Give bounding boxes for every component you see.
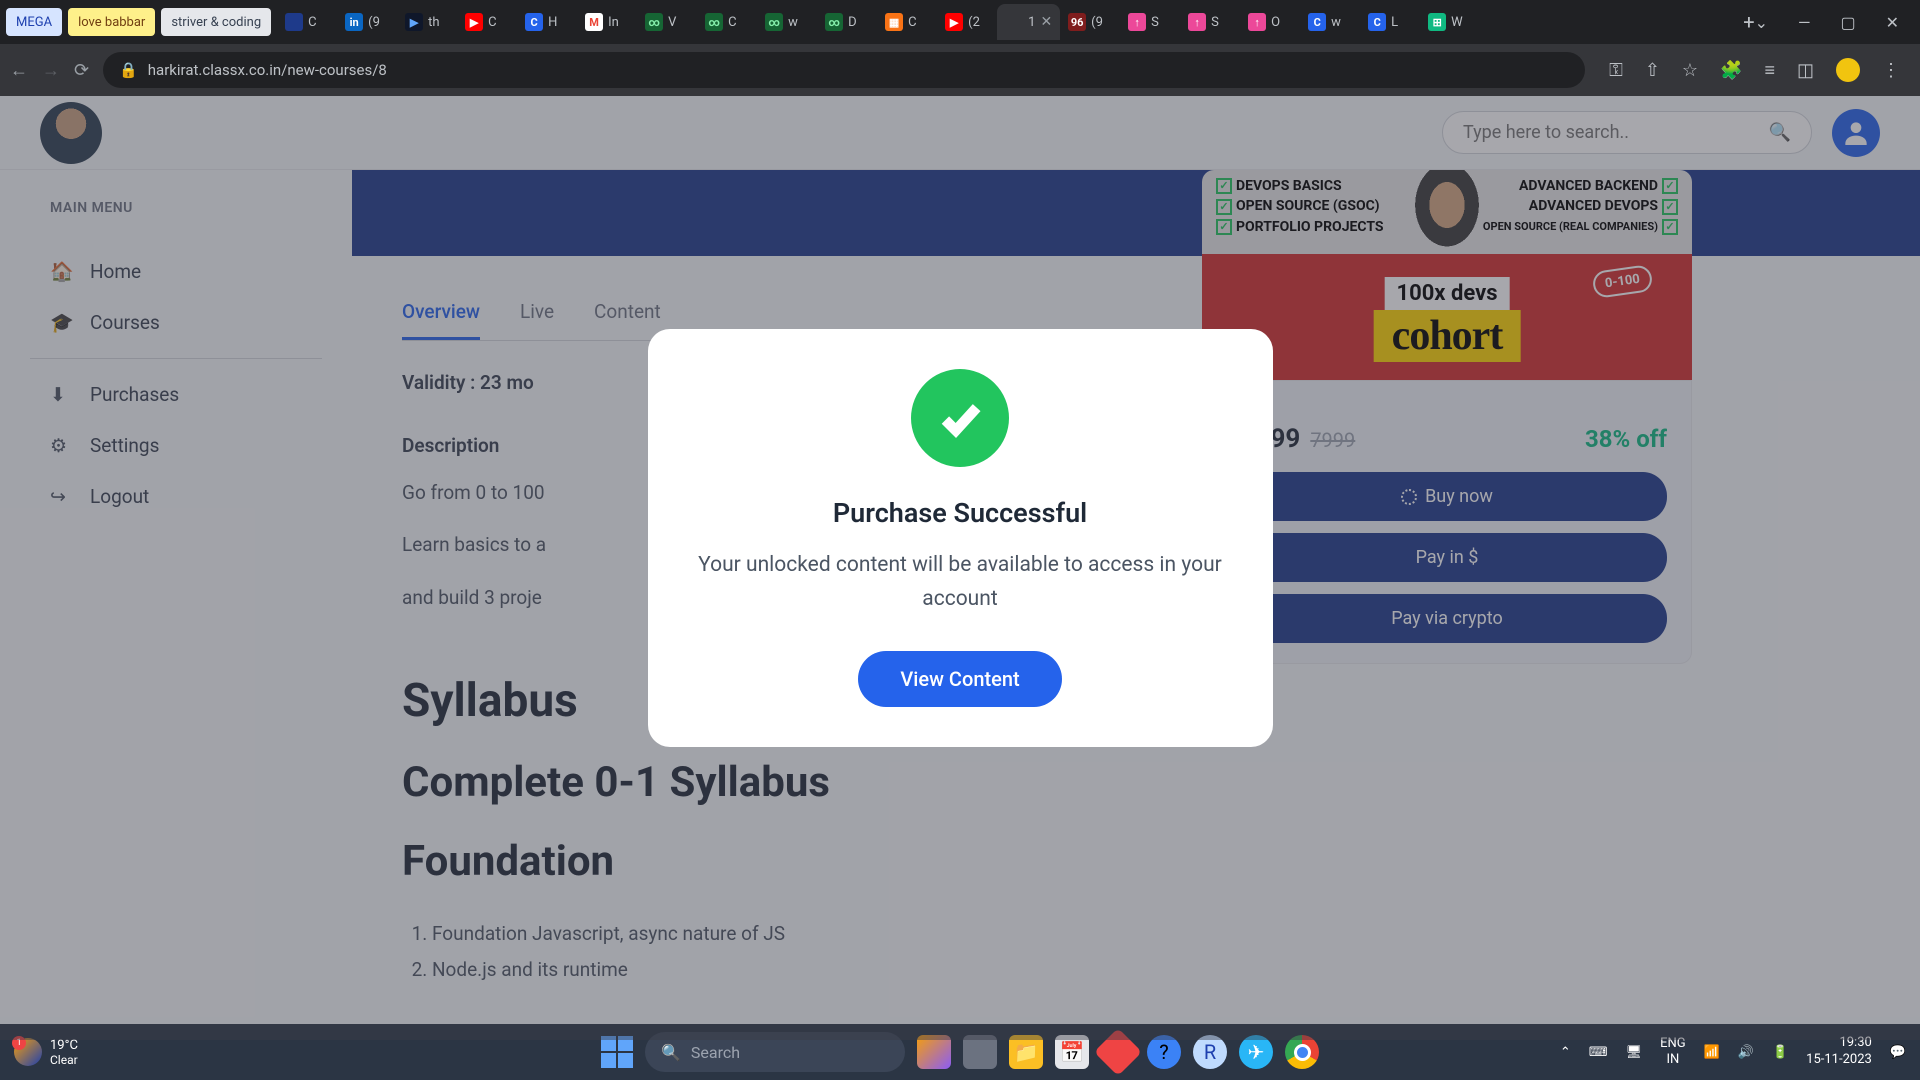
browser-tab[interactable]: ∞C — [697, 4, 757, 40]
chrome-profile-avatar[interactable] — [1836, 58, 1860, 82]
taskbar-search-label: Search — [691, 1043, 740, 1062]
window-controls: ⌄ — ▢ ✕ — [1755, 13, 1914, 32]
bookmark-tab[interactable]: MEGA — [6, 8, 62, 36]
modal-overlay[interactable]: Purchase Successful Your unlocked conten… — [0, 96, 1920, 1040]
favicon: ∞ — [705, 13, 723, 31]
favicon — [285, 13, 303, 31]
taskbar-app-icon[interactable] — [917, 1035, 951, 1069]
browser-tab[interactable]: ↑S — [1120, 4, 1180, 40]
taskbar-app-icon[interactable]: R — [1193, 1035, 1227, 1069]
notification-icon[interactable]: 💬 — [1890, 1045, 1906, 1060]
browser-tab[interactable]: 96(9 — [1060, 4, 1120, 40]
favicon: C — [1308, 13, 1326, 31]
wifi-icon[interactable]: 📶 — [1704, 1045, 1720, 1060]
back-button[interactable]: ← — [10, 60, 28, 81]
close-window-icon[interactable]: ✕ — [1886, 13, 1899, 32]
side-panel-icon[interactable]: ◫ — [1797, 60, 1814, 81]
battery-icon[interactable]: 🔋 — [1772, 1045, 1788, 1060]
favicon: C — [1368, 13, 1386, 31]
modal-text: Your unlocked content will be available … — [678, 549, 1243, 616]
favicon: ⊞ — [1428, 13, 1446, 31]
browser-tab[interactable]: ∞V — [637, 4, 697, 40]
taskbar-app-icon[interactable]: 📅 — [1055, 1035, 1089, 1069]
browser-tab[interactable]: ∞D — [817, 4, 877, 40]
favicon: M — [585, 13, 603, 31]
browser-tab[interactable]: MIn — [577, 4, 637, 40]
view-content-button[interactable]: View Content — [858, 651, 1061, 707]
browser-tab[interactable]: C — [277, 4, 337, 40]
favicon: ↑ — [1248, 13, 1266, 31]
telegram-icon[interactable]: ✈ — [1239, 1035, 1273, 1069]
favicon: ▦ — [885, 13, 903, 31]
purchase-success-modal: Purchase Successful Your unlocked conten… — [648, 329, 1273, 747]
browser-tab[interactable]: ↑O — [1240, 4, 1300, 40]
weather-icon: 1 — [14, 1038, 42, 1066]
bookmark-star-icon[interactable]: ☆ — [1682, 60, 1698, 81]
favicon: ▶ — [465, 13, 483, 31]
favicon: ∞ — [825, 13, 843, 31]
share-icon[interactable]: ⇧ — [1645, 60, 1660, 81]
address-bar[interactable]: 🔒 harkirat.classx.co.in/new-courses/8 — [103, 52, 1585, 88]
favicon — [1005, 13, 1023, 31]
chrome-icon[interactable] — [1285, 1035, 1319, 1069]
favicon: ↑ — [1128, 13, 1146, 31]
taskbar-app-icon[interactable] — [963, 1035, 997, 1069]
browser-tab[interactable]: ⊞W — [1420, 4, 1480, 40]
browser-tab[interactable]: CL — [1360, 4, 1420, 40]
favicon: 96 — [1068, 13, 1086, 31]
browser-tab[interactable]: ▶C — [457, 4, 517, 40]
browser-chrome: MEGAlove babbarstriver & coding Cin(9▶th… — [0, 0, 1920, 96]
key-icon[interactable]: ⚿ — [1609, 60, 1623, 81]
favicon: ▶ — [405, 13, 423, 31]
browser-tab[interactable]: ▶(2 — [937, 4, 997, 40]
bookmark-tab[interactable]: striver & coding — [161, 8, 271, 36]
weather-widget[interactable]: 1 19°C Clear — [14, 1038, 78, 1067]
search-icon: 🔍 — [661, 1043, 681, 1062]
tray-chevron-icon[interactable]: ⌃ — [1560, 1045, 1571, 1060]
browser-tab[interactable]: ↑S — [1180, 4, 1240, 40]
favicon: C — [525, 13, 543, 31]
chrome-menu-icon[interactable]: ⋮ — [1882, 60, 1900, 81]
reading-list-icon[interactable]: ≡ — [1764, 60, 1775, 81]
extensions-icon[interactable]: 🧩 — [1720, 60, 1742, 81]
page: 🔍 MAIN MENU 🏠Home🎓Courses⬇Purchases⚙Sett… — [0, 96, 1920, 1040]
close-tab-icon[interactable]: ✕ — [1040, 14, 1052, 30]
favicon: ↑ — [1188, 13, 1206, 31]
tabs-dropdown-icon[interactable]: ⌄ — [1755, 13, 1768, 32]
start-button[interactable] — [601, 1036, 633, 1068]
datetime[interactable]: 19:3015-11-2023 — [1806, 1035, 1872, 1069]
new-tab-button[interactable]: + — [1743, 10, 1754, 34]
taskbar-app-icon[interactable]: ? — [1147, 1035, 1181, 1069]
reload-button[interactable]: ⟳ — [74, 60, 89, 81]
browser-tab[interactable]: CH — [517, 4, 577, 40]
browser-tab[interactable]: in(9 — [337, 4, 397, 40]
modal-title: Purchase Successful — [678, 497, 1243, 529]
minimize-icon[interactable]: — — [1798, 13, 1811, 32]
language-indicator[interactable]: ENGIN — [1660, 1036, 1686, 1067]
url-text: harkirat.classx.co.in/new-courses/8 — [148, 61, 387, 79]
keyboard-icon[interactable]: ⌨ — [1589, 1045, 1608, 1060]
volume-icon[interactable]: 🔊 — [1738, 1045, 1754, 1060]
bookmark-tab[interactable]: love babbar — [68, 8, 155, 36]
favicon: ∞ — [765, 13, 783, 31]
favicon: in — [345, 13, 363, 31]
browser-tab[interactable]: ▦C — [877, 4, 937, 40]
browser-tab[interactable]: Cw — [1300, 4, 1360, 40]
display-icon[interactable]: 🖥 — [1626, 1045, 1643, 1060]
maximize-icon[interactable]: ▢ — [1840, 13, 1855, 32]
favicon: ∞ — [645, 13, 663, 31]
success-check-icon — [911, 369, 1009, 467]
taskbar-right: ⌃ ⌨ 🖥 ENGIN 📶 🔊 🔋 19:3015-11-2023 💬 — [1560, 1035, 1906, 1069]
forward-button[interactable]: → — [42, 60, 60, 81]
tabs-row: MEGAlove babbarstriver & coding Cin(9▶th… — [0, 0, 1920, 44]
weather-cond: Clear — [50, 1053, 78, 1067]
favicon: ▶ — [945, 13, 963, 31]
url-actions: ⚿ ⇧ ☆ 🧩 ≡ ◫ ⋮ — [1599, 58, 1910, 82]
browser-tab[interactable]: ∞w — [757, 4, 817, 40]
file-explorer-icon[interactable]: 📁 — [1009, 1035, 1043, 1069]
url-row: ← → ⟳ 🔒 harkirat.classx.co.in/new-course… — [0, 44, 1920, 96]
lock-icon: 🔒 — [119, 61, 138, 79]
browser-tab[interactable]: ▶th — [397, 4, 457, 40]
browser-tab[interactable]: 1✕ — [997, 4, 1060, 40]
